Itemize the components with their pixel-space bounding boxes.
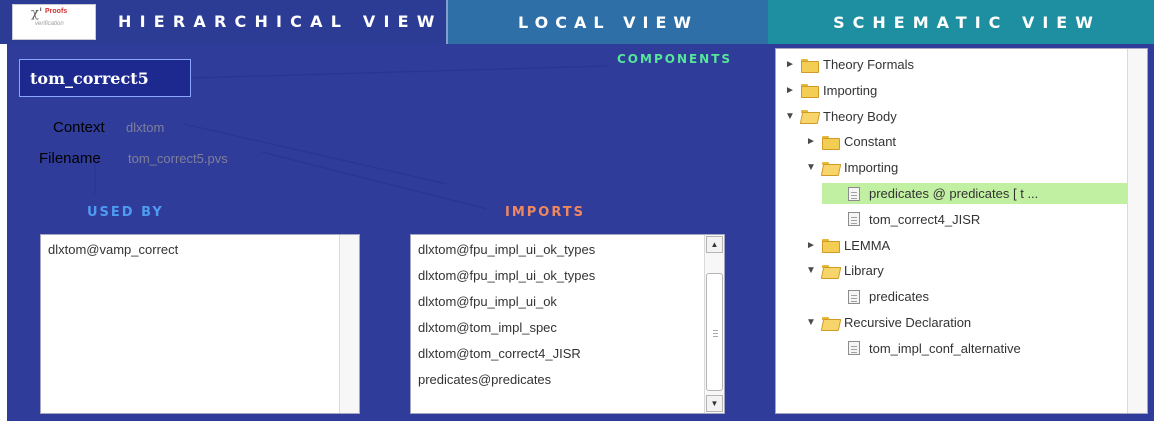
used-by-list[interactable]: dlxtom@vamp_correct (40, 234, 360, 414)
components-tree[interactable]: ► Theory Formals ► Importing ▼ Theory Body ► Co… (775, 48, 1148, 414)
collapsed-arrow-icon[interactable]: ► (785, 59, 797, 70)
tree-node-label: Constant (844, 134, 897, 150)
collapsed-arrow-icon[interactable]: ► (785, 85, 797, 96)
tab-schematic-view[interactable]: SCHEMATIC VIEW (768, 0, 1154, 44)
tree-node[interactable]: predicates (848, 286, 929, 307)
context-value: dlxtom (126, 120, 165, 135)
tab-hierarchical-label: HIERARCHICAL VIEW (118, 12, 443, 31)
tree-node-label: Importing (844, 160, 899, 176)
tree-node-label: LEMMA (844, 237, 891, 253)
folder-open-icon (801, 110, 817, 122)
expanded-arrow-icon[interactable]: ▼ (806, 265, 818, 276)
context-label: Context (53, 119, 105, 136)
tab-local-label: LOCAL VIEW (517, 12, 699, 32)
tree-node[interactable]: ► Importing (785, 80, 877, 101)
tree-node[interactable]: tom_correct4_JISR (848, 209, 980, 230)
folder-open-icon (822, 316, 838, 329)
tree-node-label: Theory Body (823, 108, 897, 124)
used-by-title: USED BY (87, 205, 164, 220)
tree-node[interactable]: tom_impl_conf_alternative (848, 338, 1021, 359)
theory-name-box[interactable]: tom_correct5 (19, 59, 191, 97)
list-item[interactable]: dlxtom@fpu_impl_ui_ok (418, 294, 557, 309)
imports-title: IMPORTS (505, 205, 586, 220)
list-item[interactable]: predicates@predicates (418, 372, 551, 387)
tree-node[interactable]: ▼ Library (806, 260, 884, 281)
tree-node[interactable]: ▼ Theory Body (785, 106, 897, 127)
expanded-arrow-icon[interactable]: ▼ (806, 317, 818, 328)
imports-list[interactable]: dlxtom@fpu_impl_ui_ok_types dlxtom@fpu_i… (410, 234, 725, 414)
folder-icon (822, 239, 840, 254)
theory-name: tom_correct5 (30, 68, 149, 88)
list-item[interactable]: dlxtom@tom_impl_spec (418, 320, 557, 335)
filename-value: tom_correct5.pvs (128, 151, 228, 166)
folder-icon (801, 58, 819, 73)
tree-node-label: tom_correct4_JISR (869, 211, 981, 227)
logo-subtitle: verification (35, 21, 64, 27)
expanded-arrow-icon[interactable]: ▼ (806, 162, 818, 173)
tree-node[interactable]: ► LEMMA (806, 235, 890, 256)
tree-node-label: tom_impl_conf_alternative (869, 340, 1021, 356)
document-icon (848, 289, 860, 304)
scroll-up-button[interactable]: ▲ (706, 236, 723, 253)
document-icon (848, 212, 860, 227)
filename-label: Filename (39, 150, 101, 167)
view-tab-bar: HIERARCHICAL VIEW LOCAL VIEW SCHEMATIC V… (0, 0, 1154, 44)
expanded-arrow-icon[interactable]: ▼ (785, 111, 797, 122)
tree-node-label: Theory Formals (823, 57, 915, 72)
logo-mark: χ' (31, 6, 43, 21)
folder-open-icon (822, 264, 838, 277)
collapsed-arrow-icon[interactable]: ► (806, 136, 818, 147)
tab-local-view[interactable]: LOCAL VIEW (446, 0, 768, 44)
tab-schematic-label: SCHEMATIC VIEW (833, 12, 1101, 32)
scroll-thumb[interactable] (706, 273, 723, 391)
tree-node-label: predicates (869, 289, 929, 305)
document-icon (848, 186, 860, 201)
folder-open-icon (822, 161, 838, 174)
tree-node[interactable]: predicates @ predicates [ t ... (822, 183, 1128, 204)
tree-node[interactable]: ▼ Recursive Declaration (806, 312, 971, 333)
tree-node[interactable]: ► Theory Formals (785, 54, 914, 75)
scroll-down-button[interactable]: ▼ (706, 395, 723, 412)
list-item[interactable]: dlxtom@vamp_correct (48, 242, 178, 257)
tree-node-label: Recursive Declaration (844, 315, 972, 330)
tree-node[interactable]: ► Constant (806, 131, 896, 152)
collapsed-arrow-icon[interactable]: ► (806, 240, 818, 251)
tree-node-label: predicates @ predicates [ t ... (869, 186, 1039, 201)
app-logo: χ' Proofs verification (12, 4, 96, 40)
list-item[interactable]: dlxtom@fpu_impl_ui_ok_types (418, 268, 595, 283)
list-item[interactable]: dlxtom@fpu_impl_ui_ok_types (418, 242, 595, 257)
tree-node[interactable]: ▼ Importing (806, 157, 898, 178)
list-item[interactable]: dlxtom@tom_correct4_JISR (418, 346, 581, 361)
tree-node-label: Library (844, 263, 884, 279)
folder-icon (801, 84, 819, 99)
folder-icon (822, 135, 840, 150)
tree-scrollbar[interactable] (1127, 49, 1147, 413)
used-by-scrollbar[interactable] (339, 235, 359, 413)
tree-node-label: Importing (823, 82, 878, 98)
logo-brand: Proofs (45, 8, 68, 15)
document-icon (848, 341, 860, 356)
imports-scrollbar[interactable]: ▲ ▼ (704, 235, 724, 413)
components-title: COMPONENTS (617, 52, 733, 66)
